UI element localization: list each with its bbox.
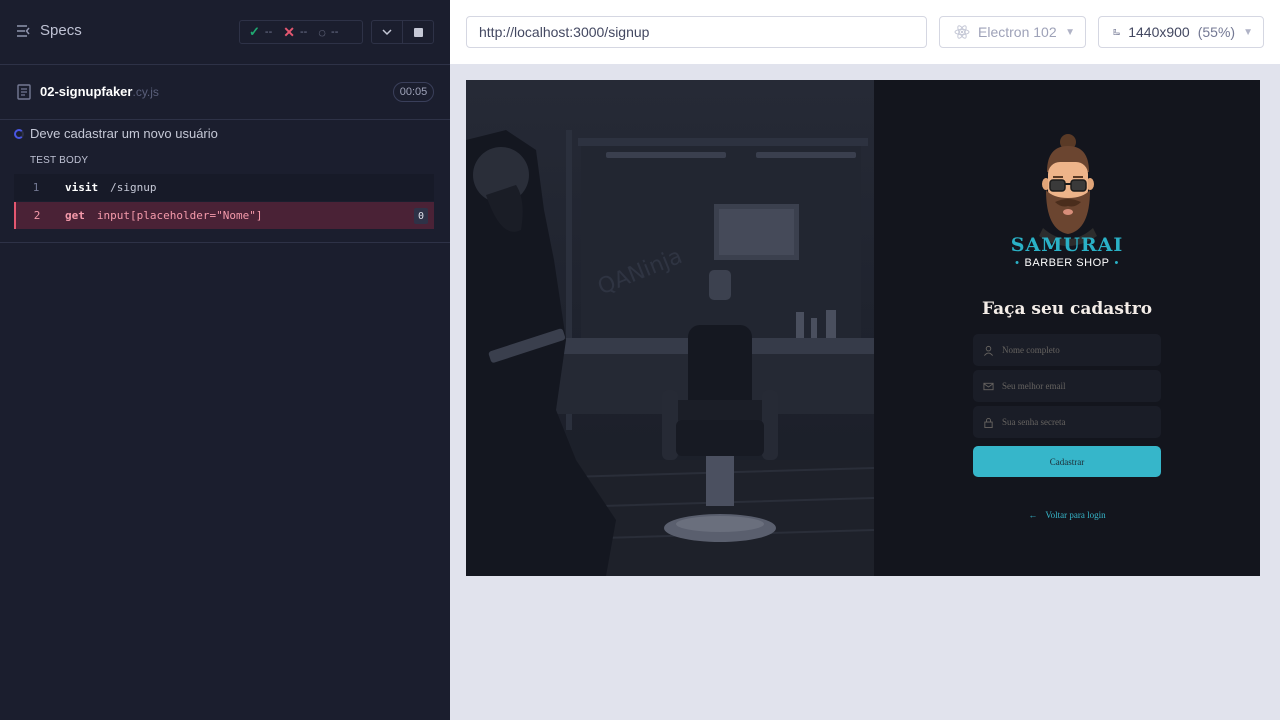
command-row-active[interactable]: 2 get input[placeholder="Nome"] 0 [14, 202, 434, 229]
arrow-left-icon: ← [1028, 510, 1038, 520]
specs-label: Specs [40, 22, 82, 39]
passed-stat: ✓ -- [249, 24, 273, 39]
failed-stat: ✕ -- [283, 23, 308, 40]
command-number: 2 [33, 209, 41, 222]
command-number: 1 [32, 181, 40, 194]
running-icon [14, 128, 24, 139]
user-icon [984, 345, 993, 356]
viewport-scale: (55%) [1197, 24, 1236, 40]
name-field[interactable] [973, 334, 1161, 366]
back-to-login-link[interactable]: ← Voltar para login [874, 510, 1260, 520]
lock-icon [984, 417, 993, 428]
email-field[interactable] [973, 370, 1161, 402]
viewport-size: 1440x900 [1128, 24, 1190, 40]
document-icon [17, 84, 31, 100]
browser-name: Electron 102 [978, 24, 1057, 40]
chevron-down-icon: ▼ [1065, 26, 1075, 38]
stop-button[interactable] [402, 21, 433, 43]
command-row[interactable]: 1 visit /signup [14, 174, 434, 201]
viewport-selector[interactable]: 1440x900 (55%) ▼ [1098, 16, 1264, 48]
chevron-down-icon: ▼ [1243, 26, 1253, 38]
expand-button[interactable] [372, 21, 402, 43]
browser-selector[interactable]: Electron 102 ▼ [939, 16, 1086, 48]
cross-icon: ✕ [283, 23, 295, 40]
chevron-down-icon [382, 29, 392, 36]
mail-icon [983, 382, 994, 390]
form-title: Faça seu cadastro [981, 299, 1153, 319]
reporter-header: Specs ✓ -- ✕ -- ◌ -- [0, 0, 450, 65]
check-icon: ✓ [249, 24, 260, 39]
signup-form-panel: SAMURAI • BARBER SHOP • Faça seu cadastro … [874, 80, 1260, 576]
reporter-panel: Specs ✓ -- ✕ -- ◌ -- 02-signupfaker.cy.js 0… [0, 0, 450, 720]
command-message: /signup [110, 181, 157, 194]
element-count-badge: 0 [414, 208, 428, 224]
app-under-test: QANinja SAMURAI • BARBER SHOP • Faça seu… [466, 80, 1260, 576]
specs-toggle-button[interactable]: Specs [16, 22, 82, 39]
url-input[interactable] [466, 16, 927, 48]
password-input[interactable] [1002, 417, 1152, 427]
divider [0, 242, 450, 243]
command-message: input[placeholder="Nome"] [96, 209, 263, 222]
command-name: get [65, 209, 85, 222]
duration-badge: 00:05 [393, 82, 434, 102]
password-field[interactable] [973, 406, 1161, 438]
command-name: visit [65, 181, 99, 194]
spec-filename: 02-signupfaker.cy.js [40, 84, 159, 99]
run-controls [371, 20, 434, 44]
electron-icon [954, 25, 970, 39]
test-stats: ✓ -- ✕ -- ◌ -- [239, 20, 363, 44]
barbershop-photo: QANinja [466, 80, 874, 576]
signup-button[interactable]: Cadastrar [973, 446, 1161, 477]
name-input[interactable] [1002, 345, 1152, 355]
barbershop-illustration: QANinja [466, 130, 874, 576]
menu-collapse-icon [17, 24, 30, 37]
spec-header: 02-signupfaker.cy.js 00:05 [0, 65, 450, 120]
ruler-icon [1113, 28, 1120, 36]
test-title: Deve cadastrar um novo usuário [30, 126, 218, 141]
test-body-label: TEST BODY [30, 155, 89, 166]
stop-icon [413, 27, 423, 37]
email-input[interactable] [1002, 381, 1152, 391]
spinner-icon: ◌ [318, 24, 327, 40]
brand-title: SAMURAI [1010, 234, 1124, 256]
test-title-row[interactable]: Deve cadastrar um novo usuário [14, 126, 218, 141]
aut-toolbar: Electron 102 ▼ 1440x900 (55%) ▼ [450, 0, 1280, 64]
pending-stat: ◌ -- [318, 24, 339, 40]
brand-subtitle: • BARBER SHOP • [1015, 257, 1119, 269]
